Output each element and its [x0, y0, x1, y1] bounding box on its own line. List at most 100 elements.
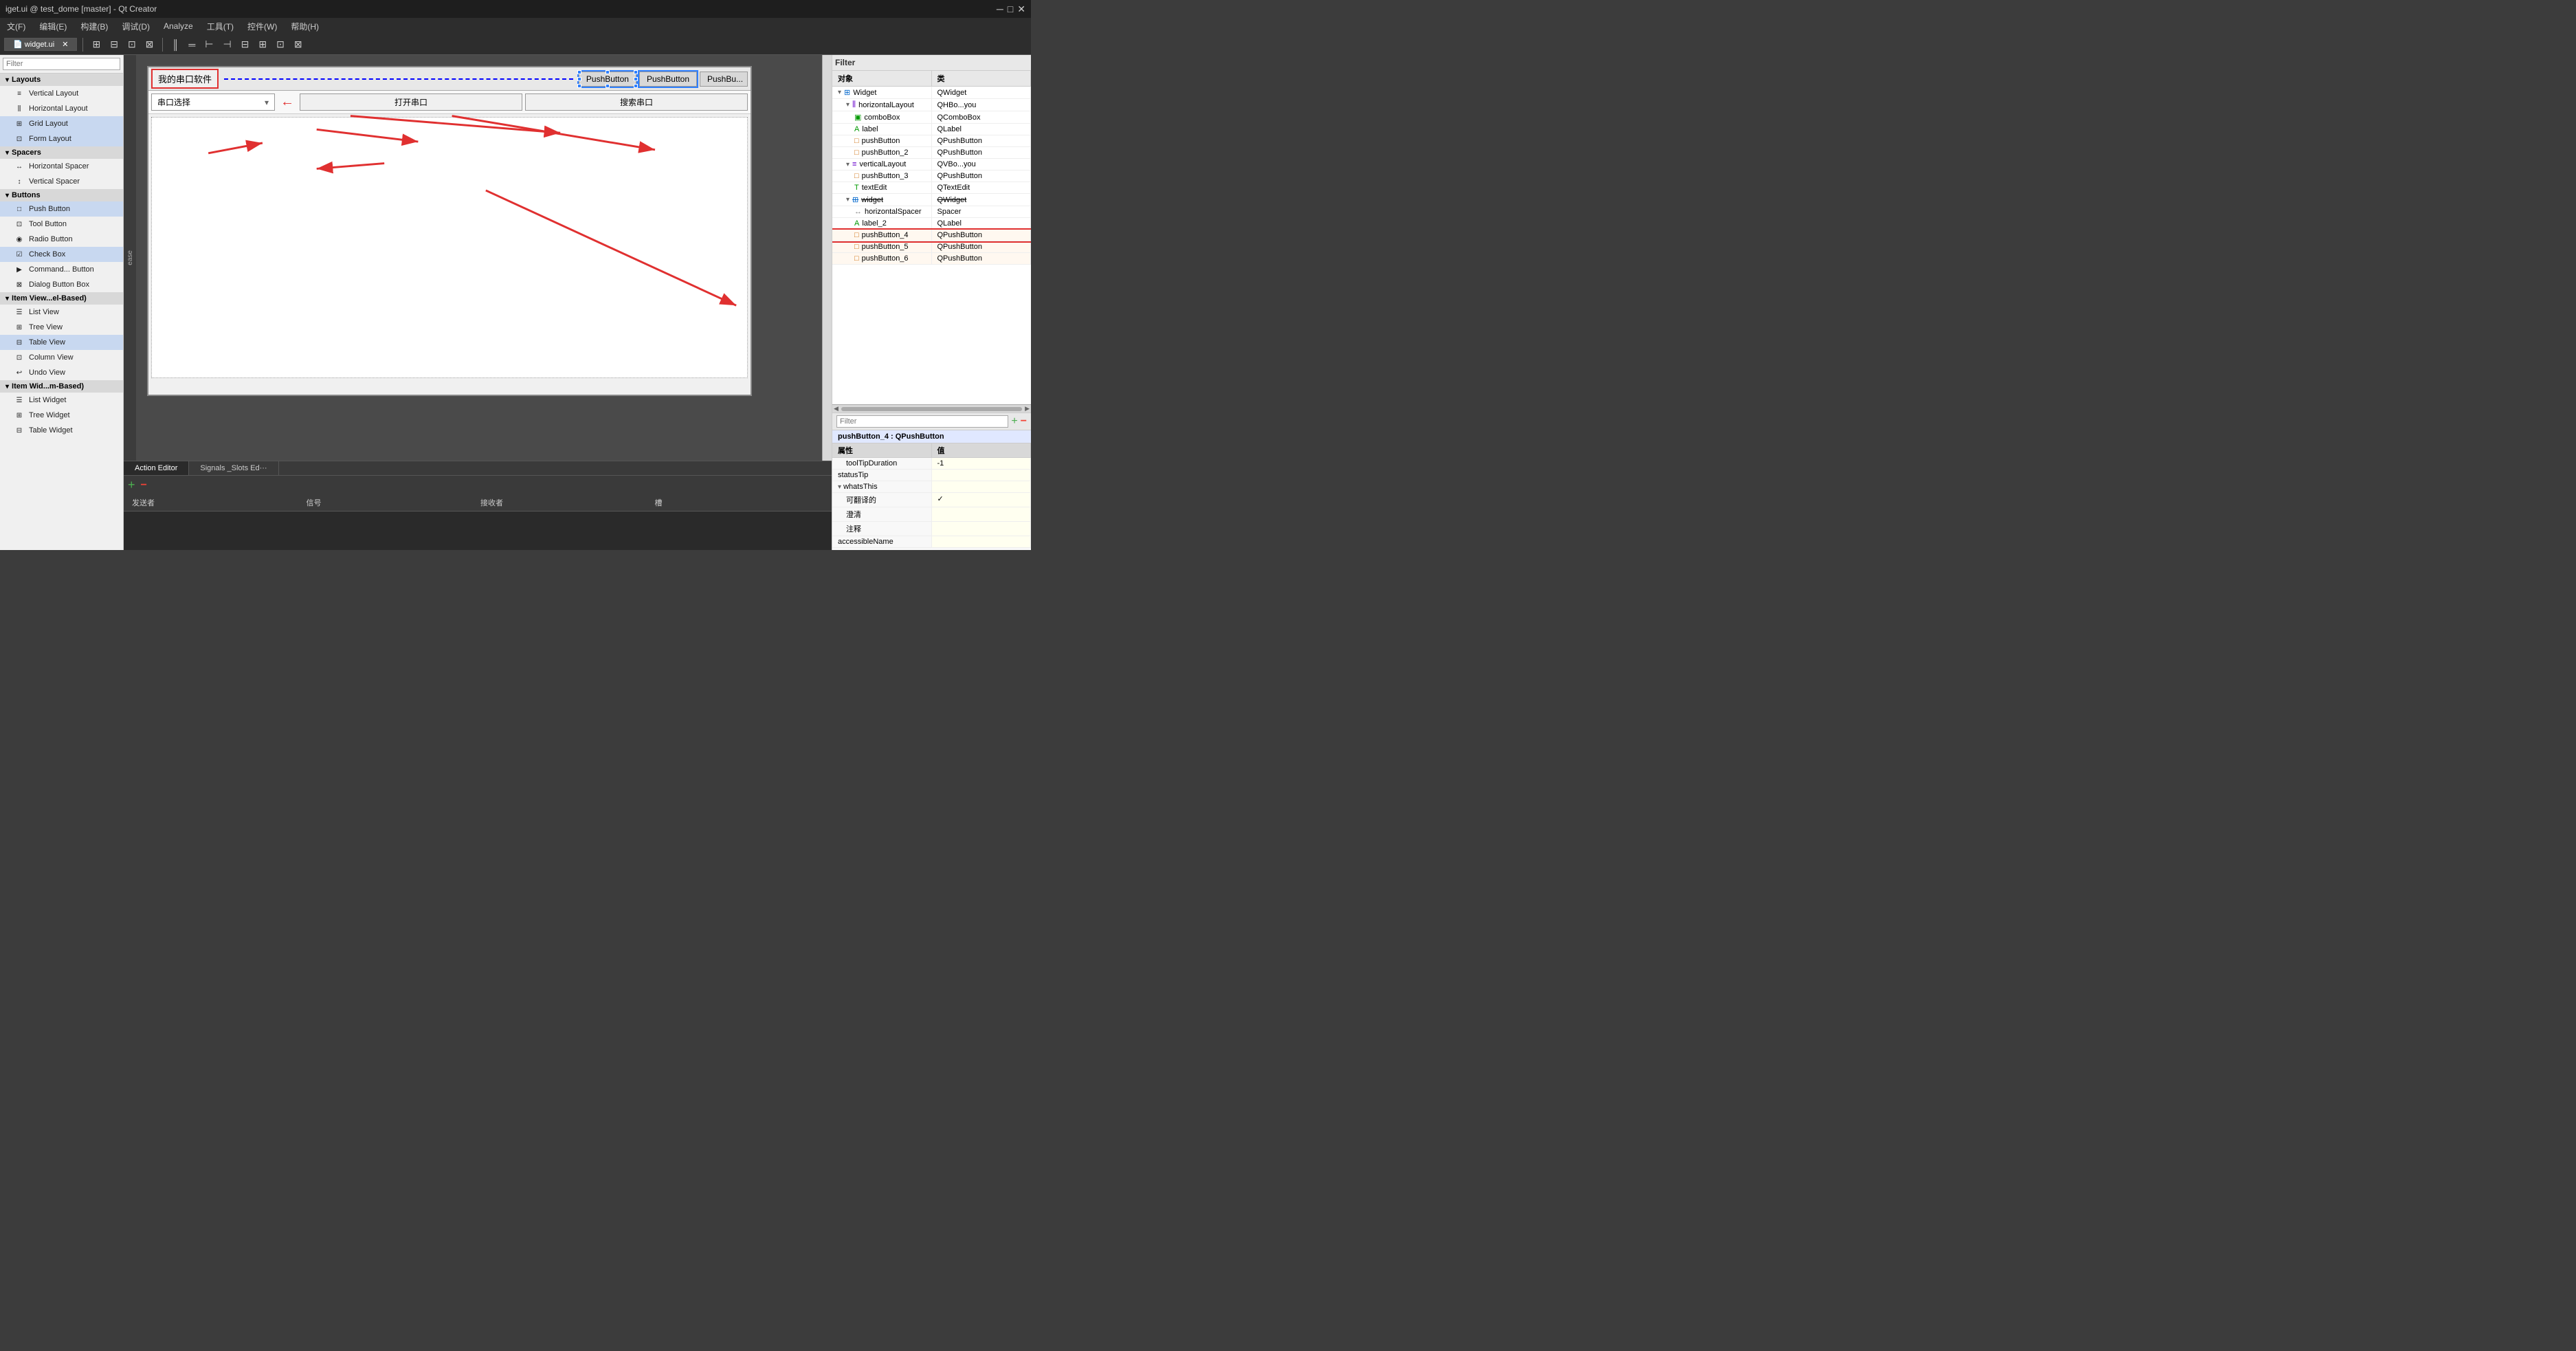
menu-help[interactable]: 帮助(H) [288, 19, 322, 34]
prop-remove-button[interactable]: − [1021, 415, 1027, 428]
handle-bm-1[interactable] [606, 84, 610, 88]
tree-item-textedit[interactable]: T textEdit QTextEdit [832, 182, 1031, 194]
menu-widgets[interactable]: 控件(W) [245, 19, 280, 34]
menu-build[interactable]: 构建(B) [78, 19, 111, 34]
signal-remove-button[interactable]: − [141, 479, 147, 492]
minimize-button[interactable]: ─ [997, 3, 1003, 15]
toolbar-btn-4[interactable]: ⊠ [142, 36, 157, 52]
sidebar-item-column-view[interactable]: ⊡ Column View [0, 350, 123, 365]
file-tab[interactable]: 📄 widget.ui ✕ [4, 38, 77, 51]
handle-br-1[interactable] [634, 84, 638, 88]
tree-item-pushbutton2[interactable]: □ pushButton_2 QPushButton [832, 147, 1031, 159]
signals-slots-tab[interactable]: Signals _Slots Ed··· [189, 461, 278, 475]
push-button-3[interactable]: PushBu... [700, 72, 748, 87]
toolbar-btn-7[interactable]: ⊢ [201, 36, 216, 52]
handle-ml-1[interactable] [577, 77, 581, 81]
sidebar-item-table-view[interactable]: ⊟ Table View [0, 335, 123, 350]
sidebar-item-table-widget[interactable]: ⊟ Table Widget [0, 423, 123, 438]
toolbar-btn-10[interactable]: ⊞ [255, 36, 270, 52]
push-button-1[interactable]: PushButton [579, 72, 636, 87]
sidebar-item-tree-widget[interactable]: ⊞ Tree Widget [0, 408, 123, 423]
tree-item-pushbutton3[interactable]: □ pushButton_3 QPushButton [832, 171, 1031, 182]
tree-item-label[interactable]: A label QLabel [832, 124, 1031, 135]
sidebar-item-check-box[interactable]: ☑ Check Box [0, 247, 123, 262]
expand-hlayout[interactable]: ▾ [846, 101, 850, 109]
sidebar-item-command-button[interactable]: ▶ Command... Button [0, 262, 123, 277]
expand-whatsthi[interactable]: ▾ [838, 483, 841, 491]
sidebar-item-radio-button[interactable]: ◉ Radio Button [0, 232, 123, 247]
tree-item-widget2[interactable]: ▾ ⊞ widget QWidget [832, 194, 1031, 206]
tree-scroll-right[interactable]: ▶ [1023, 405, 1031, 413]
toolbar-btn-12[interactable]: ⊠ [291, 36, 306, 52]
sidebar-item-tree-view[interactable]: ⊞ Tree View [0, 320, 123, 335]
prop-value-statustip[interactable] [932, 470, 1032, 481]
sidebar-item-dialog-button-box[interactable]: ⊠ Dialog Button Box [0, 277, 123, 292]
prop-add-button[interactable]: + [1011, 415, 1017, 428]
sidebar-item-list-view[interactable]: ☰ List View [0, 305, 123, 320]
menu-file[interactable]: 文(F) [4, 19, 28, 34]
prop-value-whatsthi[interactable] [932, 481, 1032, 492]
handle-tm-1[interactable] [606, 70, 610, 74]
toolbar-btn-6[interactable]: ═ [185, 37, 199, 52]
prop-value-disambiguation[interactable] [932, 507, 1032, 521]
push-button-2[interactable]: PushButton [639, 72, 697, 87]
tree-item-pushbutton6[interactable]: □ pushButton_6 QPushButton [832, 253, 1031, 265]
prop-value-translatable[interactable]: ✓ [932, 493, 1032, 507]
toolbar-btn-8[interactable]: ⊣ [219, 36, 234, 52]
action-editor-tab[interactable]: Action Editor [124, 461, 189, 475]
toolbar-btn-9[interactable]: ⊟ [238, 36, 253, 52]
menu-tools[interactable]: 工具(T) [204, 19, 236, 34]
sidebar-item-list-widget[interactable]: ☰ List Widget [0, 393, 123, 408]
tree-item-vlayout[interactable]: ▾ ≡ verticalLayout QVBo...you [832, 159, 1031, 171]
sidebar-filter-input[interactable] [3, 58, 120, 70]
search-port-button[interactable]: 搜索串口 [525, 94, 748, 111]
expand-widget2[interactable]: ▾ [846, 196, 850, 204]
handle-tr-1[interactable] [634, 70, 638, 74]
tree-item-widget[interactable]: ▾ ⊞ Widget QWidget [832, 87, 1031, 99]
tree-item-pushbutton[interactable]: □ pushButton QPushButton [832, 135, 1031, 147]
sidebar-item-vertical-layout[interactable]: ≡ Vertical Layout [0, 86, 123, 101]
prop-value-accessiblename[interactable] [932, 536, 1032, 547]
signal-add-button[interactable]: + [128, 478, 135, 492]
toolbar-btn-3[interactable]: ⊡ [124, 36, 140, 52]
prop-filter-input[interactable] [836, 415, 1008, 428]
menu-analyze[interactable]: Analyze [161, 20, 196, 32]
menu-debug[interactable]: 调试(D) [119, 19, 153, 34]
handle-mr-1[interactable] [634, 77, 638, 81]
section-spacers[interactable]: Spacers [0, 146, 123, 159]
close-tab-btn[interactable]: ✕ [62, 41, 68, 49]
tree-item-hlayout[interactable]: ▾ ⫼ horizontalLayout QHBo...you [832, 99, 1031, 111]
tree-item-combobox[interactable]: ▣ comboBox QComboBox [832, 111, 1031, 124]
sidebar-item-h-spacer[interactable]: ↔ Horizontal Spacer [0, 159, 123, 174]
object-tree-hscrollbar[interactable]: ◀ ▶ [832, 404, 1031, 413]
expand-widget[interactable]: ▾ [838, 89, 841, 96]
combo-box[interactable]: 串口选择 [151, 94, 275, 111]
sidebar-item-tool-button[interactable]: ⊡ Tool Button [0, 217, 123, 232]
canvas-vscrollbar[interactable] [822, 55, 832, 461]
toolbar-btn-2[interactable]: ⊟ [107, 36, 122, 52]
toolbar-btn-5[interactable]: ║ [168, 37, 182, 52]
close-button[interactable]: ✕ [1017, 3, 1025, 15]
sidebar-item-horizontal-layout[interactable]: ⫼ Horizontal Layout [0, 101, 123, 116]
sidebar-item-grid-layout[interactable]: ⊞ Grid Layout [0, 116, 123, 131]
tree-item-pushbutton4[interactable]: □ pushButton_4 QPushButton [832, 230, 1031, 241]
sidebar-item-undo-view[interactable]: ↩ Undo View [0, 365, 123, 380]
maximize-button[interactable]: □ [1008, 3, 1013, 15]
section-item-view[interactable]: Item View...el-Based) [0, 292, 123, 305]
menu-edit[interactable]: 编辑(E) [36, 19, 69, 34]
handle-tl-1[interactable] [577, 70, 581, 74]
sidebar-item-push-button[interactable]: □ Push Button [0, 201, 123, 217]
sidebar-item-form-layout[interactable]: ⊡ Form Layout [0, 131, 123, 146]
section-item-widget[interactable]: Item Wid...m-Based) [0, 380, 123, 393]
toolbar-btn-11[interactable]: ⊡ [273, 36, 288, 52]
section-layouts[interactable]: Layouts [0, 74, 123, 86]
tree-item-hspacer[interactable]: ↔ horizontalSpacer Spacer [832, 206, 1031, 218]
open-port-button[interactable]: 打开串口 [300, 94, 522, 111]
handle-bl-1[interactable] [577, 84, 581, 88]
prop-value-comment[interactable] [932, 522, 1032, 536]
sidebar-item-v-spacer[interactable]: ↕ Vertical Spacer [0, 174, 123, 189]
toolbar-btn-1[interactable]: ⊞ [89, 36, 104, 52]
canvas-scroll-area[interactable]: 我的串口软件 PushButton [136, 55, 822, 461]
tree-item-pushbutton5[interactable]: □ pushButton_5 QPushButton [832, 241, 1031, 253]
expand-vlayout[interactable]: ▾ [846, 161, 850, 168]
